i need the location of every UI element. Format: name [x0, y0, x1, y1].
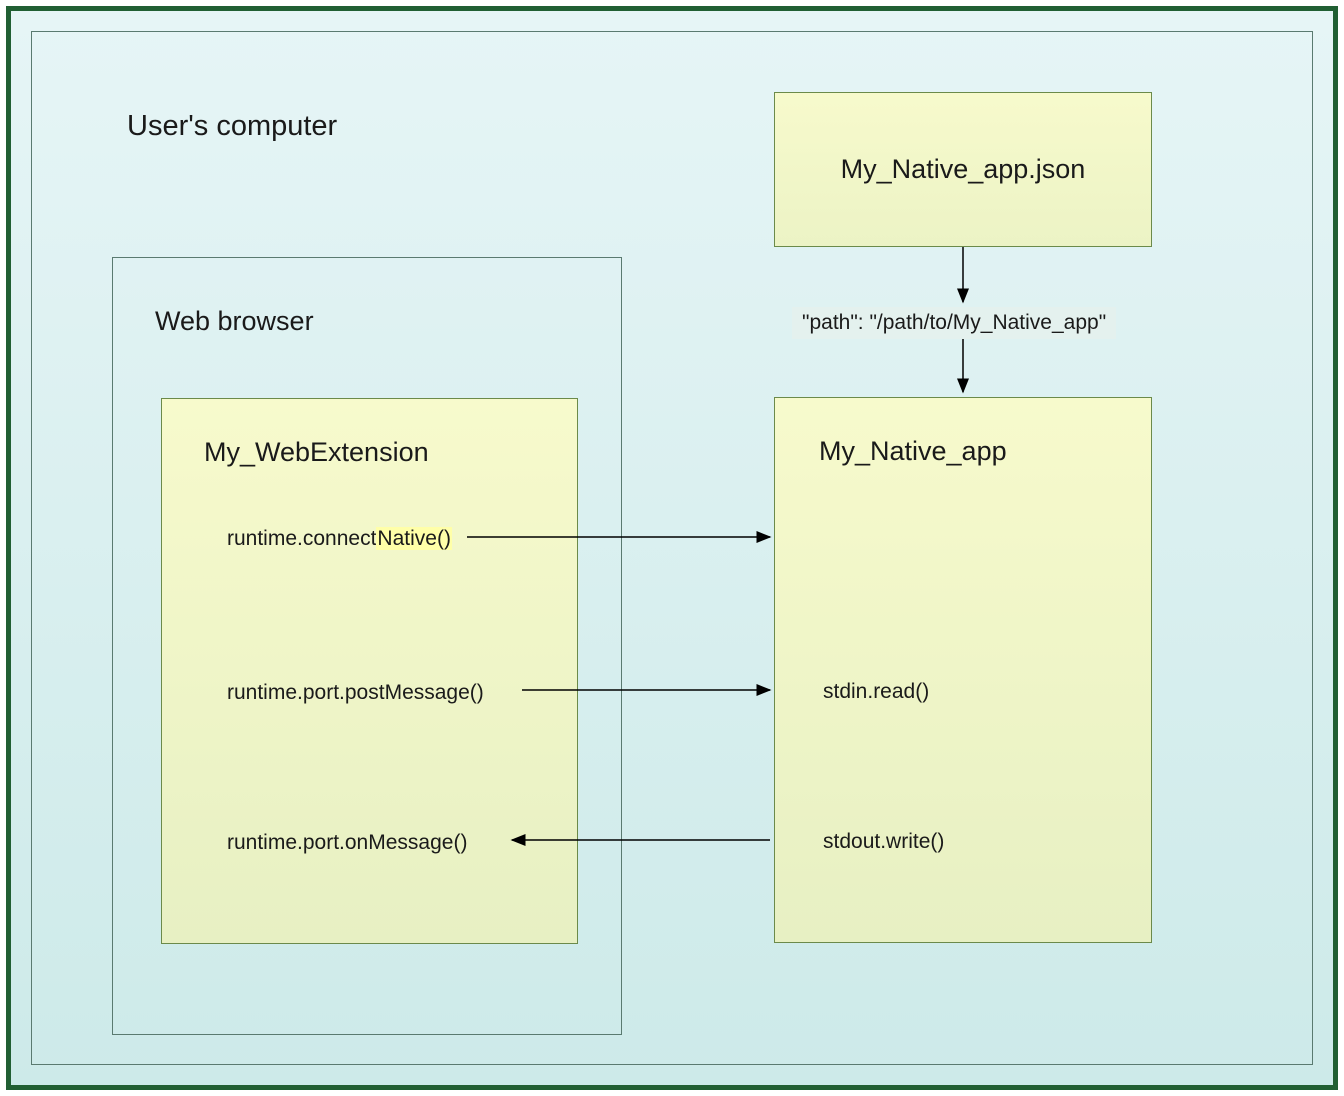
api-post-message: runtime.port.postMessage() [227, 681, 484, 705]
users-computer-box: User's computer Web browser My_WebExtens… [31, 31, 1313, 1065]
api-connect-prefix: runtime.connect [227, 527, 376, 550]
web-browser-box: Web browser My_WebExtension runtime.conn… [112, 257, 622, 1035]
diagram-frame: User's computer Web browser My_WebExtens… [6, 6, 1338, 1090]
web-browser-label: Web browser [155, 306, 314, 337]
users-computer-label: User's computer [127, 110, 337, 143]
api-connect-highlight: Native() [376, 527, 452, 550]
web-extension-box: My_WebExtension runtime.connectNative() … [161, 398, 578, 944]
api-connect-native: runtime.connectNative() [227, 527, 452, 551]
api-on-message: runtime.port.onMessage() [227, 831, 467, 855]
native-stdout-write: stdout.write() [823, 830, 944, 854]
web-extension-title: My_WebExtension [204, 437, 429, 468]
native-manifest-box: My_Native_app.json [774, 92, 1152, 247]
native-app-title: My_Native_app [819, 436, 1007, 467]
native-app-box: My_Native_app stdin.read() stdout.write(… [774, 397, 1152, 943]
manifest-path-entry: "path": "/path/to/My_Native_app" [792, 307, 1116, 339]
native-manifest-title: My_Native_app.json [841, 154, 1086, 185]
native-stdin-read: stdin.read() [823, 680, 929, 704]
